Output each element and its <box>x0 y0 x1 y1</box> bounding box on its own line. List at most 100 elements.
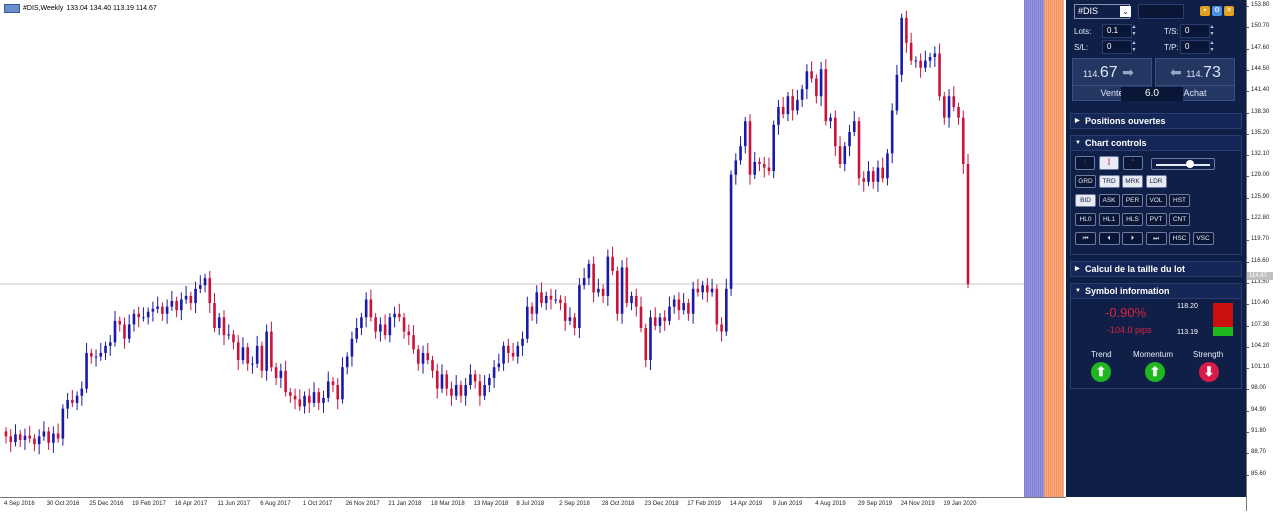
price-tick-label: 150.70 <box>1245 23 1270 30</box>
symbol-search-field[interactable] <box>1138 4 1184 19</box>
candle-body <box>369 299 373 318</box>
candle-body <box>28 435 31 439</box>
time-tick-label: 24 Nov 2019 <box>900 501 935 507</box>
candle-body <box>786 96 790 115</box>
slider-handle[interactable] <box>1186 160 1194 168</box>
section-symbol-info-header[interactable]: ▼ Symbol information <box>1070 283 1242 299</box>
section-chart-controls-header[interactable]: ▼ Chart controls <box>1070 135 1242 151</box>
ts-input[interactable]: 0 <box>1180 24 1210 38</box>
candle-body <box>796 99 799 111</box>
tp-stepper[interactable]: ▲ ▼ <box>1209 40 1215 54</box>
tp-input[interactable]: 0 <box>1180 40 1210 54</box>
close-icon[interactable]: ✕ <box>1224 6 1234 16</box>
control-button-trd[interactable]: TRD <box>1098 175 1120 188</box>
buy-button[interactable]: ⬅ 114.73 <box>1155 58 1235 86</box>
control-button-ask[interactable]: ASK <box>1098 194 1120 207</box>
candle-body <box>568 317 572 321</box>
candle-body <box>739 146 742 161</box>
control-button-mrk[interactable]: MRK <box>1122 175 1143 188</box>
candle-body <box>127 324 131 339</box>
line-type-icon[interactable]: ⌃ <box>1123 156 1143 170</box>
candle-body <box>194 288 197 304</box>
candle-body <box>563 303 567 321</box>
candle-body <box>402 317 406 332</box>
sl-input[interactable]: 0 <box>1102 40 1132 54</box>
buy-price-suffix: 73 <box>1203 64 1221 81</box>
candle-body <box>303 395 306 407</box>
candle-body <box>383 324 387 336</box>
candle-body <box>469 374 472 386</box>
section-positions-header[interactable]: ▶ Positions ouvertes <box>1070 113 1242 129</box>
candlestick-chart[interactable] <box>0 0 1024 497</box>
candle-body <box>270 331 273 368</box>
control-button-cnt[interactable]: CNT <box>1169 213 1190 226</box>
control-button-⏴[interactable]: ⏴ <box>1098 232 1120 245</box>
candle-body <box>961 117 965 165</box>
time-tick-label: 13 May 2018 <box>473 501 509 507</box>
triangle-right-icon: ▶ <box>1075 118 1080 124</box>
control-button-hsc[interactable]: HSC <box>1169 232 1190 245</box>
candle-body <box>274 367 278 378</box>
control-button-⏮[interactable]: ⏮ <box>1075 232 1096 245</box>
candle-body <box>639 306 643 329</box>
candle-body <box>559 299 562 304</box>
ts-stepper[interactable]: ▲ ▼ <box>1209 24 1215 38</box>
gear-icon[interactable]: ⚙ <box>1212 6 1222 16</box>
orange-indicator-band <box>1044 0 1064 497</box>
sell-button[interactable]: 114.67 ➡ <box>1072 58 1152 86</box>
candle-body <box>791 96 794 111</box>
candle-body <box>146 311 150 318</box>
candle-body <box>217 317 221 329</box>
time-tick-label: 11 Jun 2017 <box>217 501 251 507</box>
candle-body <box>781 106 785 115</box>
bar-type-icon[interactable]: ⫿ <box>1099 156 1119 170</box>
control-button-hst[interactable]: HST <box>1169 194 1190 207</box>
zoom-slider[interactable] <box>1151 158 1215 170</box>
time-tick-label: 14 Apr 2019 <box>729 501 763 507</box>
candle-body <box>94 356 98 358</box>
candle-type-icon[interactable]: ⫶ <box>1075 156 1095 170</box>
chevron-down-icon[interactable]: ⌄ <box>1120 6 1131 17</box>
control-button-⏵[interactable]: ⏵ <box>1122 232 1143 245</box>
candle-body <box>416 349 420 364</box>
candle-body <box>578 285 581 329</box>
control-button-ldr[interactable]: LDR <box>1145 175 1167 188</box>
candle-body <box>33 438 36 445</box>
tp-input-value: 0 <box>1185 42 1190 51</box>
sl-stepper[interactable]: ▲ ▼ <box>1131 40 1137 54</box>
candle-body <box>914 60 918 62</box>
control-button-grd[interactable]: GRD <box>1075 175 1096 188</box>
candle-body <box>388 317 392 336</box>
candle-body <box>748 121 752 175</box>
control-button-hl0[interactable]: HL0 <box>1075 213 1096 226</box>
control-button-vol[interactable]: VOL <box>1145 194 1167 207</box>
section-lot-size-header[interactable]: ▶ Calcul de la taille du lot <box>1070 261 1242 277</box>
control-button-vsc[interactable]: VSC <box>1192 232 1214 245</box>
candle-body <box>554 299 558 301</box>
candle-body <box>663 317 667 321</box>
control-button-pvt[interactable]: PVT <box>1145 213 1167 226</box>
candle-body <box>762 164 766 168</box>
candle-body <box>298 399 302 407</box>
candle-body <box>511 352 515 357</box>
candle-body <box>819 69 823 97</box>
candle-body <box>421 352 425 364</box>
control-button-bid[interactable]: BID <box>1075 194 1096 207</box>
candle-body <box>222 317 226 336</box>
candle-body <box>307 395 311 403</box>
candle-body <box>525 306 529 339</box>
candle-body <box>696 288 700 293</box>
control-button-hl1[interactable]: HL1 <box>1098 213 1120 226</box>
candle-body <box>876 167 880 182</box>
chart-area[interactable]: #DIS,Weekly 133.04 134.40 113.19 114.67 <box>0 0 1024 497</box>
candle-body <box>85 352 88 389</box>
chart-controls-body: ⫶ ⫿ ⌃ GRD TRD MRK LDR BID ASK PER VOL HST HL0 HL1 H… <box>1070 151 1242 255</box>
folder-icon[interactable]: ▪ <box>1200 6 1210 16</box>
control-button-⏭[interactable]: ⏭ <box>1145 232 1167 245</box>
candle-body <box>544 295 548 304</box>
control-button-hls[interactable]: HLS <box>1122 213 1143 226</box>
candle-body <box>47 431 50 443</box>
lots-stepper[interactable]: ▲ ▼ <box>1131 24 1137 38</box>
lots-input[interactable]: 0.1 <box>1102 24 1132 38</box>
control-button-per[interactable]: PER <box>1122 194 1143 207</box>
